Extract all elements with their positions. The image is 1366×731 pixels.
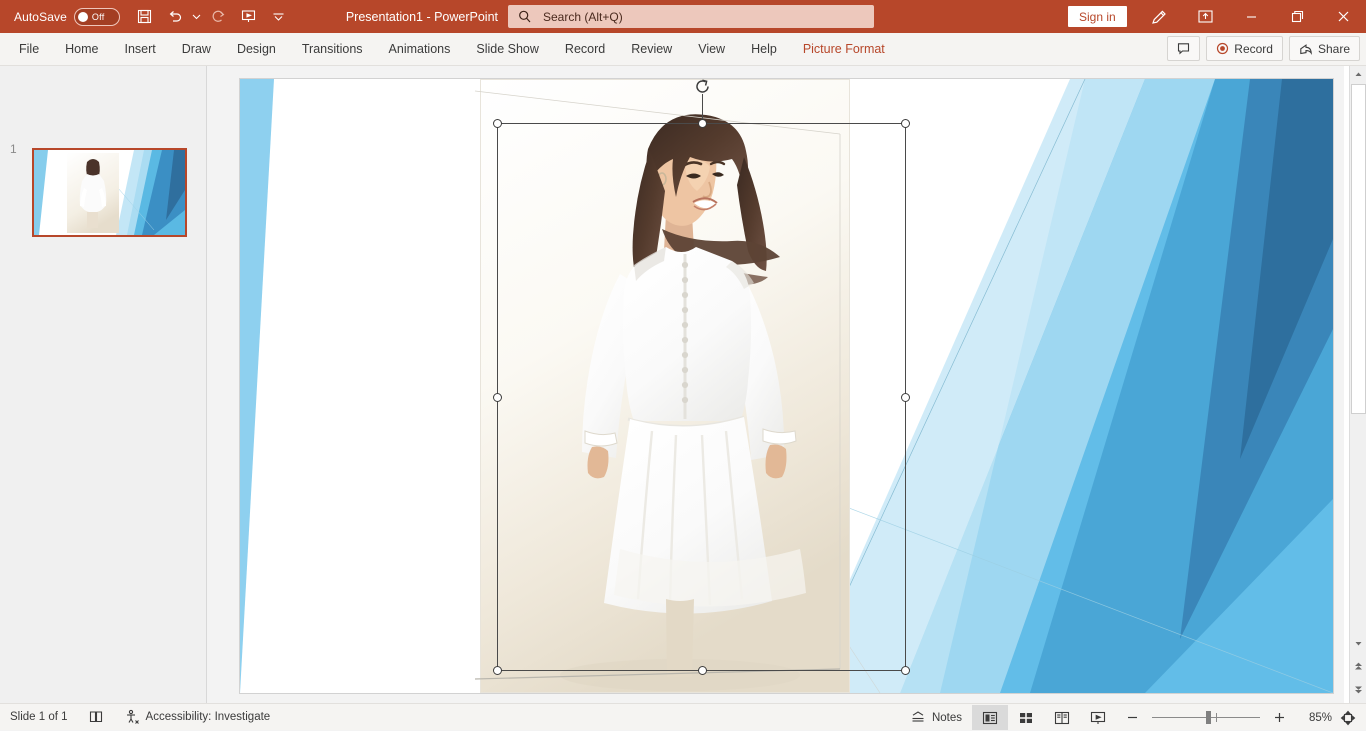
- share-button-label: Share: [1318, 42, 1350, 56]
- autosave-toggle-knob: [78, 12, 88, 22]
- view-slide-show[interactable]: [1080, 705, 1116, 730]
- thumbnail-number: 1: [10, 142, 17, 156]
- search-placeholder: Search (Alt+Q): [543, 10, 623, 24]
- ribbon-right-actions: Record Share: [1167, 36, 1360, 61]
- minimize-icon[interactable]: [1228, 0, 1274, 33]
- status-bar-right: Notes: [900, 704, 1366, 731]
- document-title: Presentation1 - PowerPoint: [346, 10, 498, 24]
- share-button[interactable]: Share: [1289, 36, 1360, 61]
- status-bar: Slide 1 of 1 Accessibility: Investigate …: [0, 703, 1366, 730]
- zoom-out-button[interactable]: [1116, 704, 1143, 731]
- scrollbar-thumb[interactable]: [1351, 84, 1366, 414]
- thumbnail-picture: [34, 150, 185, 235]
- zoom-slider[interactable]: [1152, 717, 1260, 718]
- search-icon: [517, 9, 533, 25]
- autosave-label: AutoSave: [14, 10, 67, 24]
- tab-transitions[interactable]: Transitions: [289, 33, 376, 66]
- ribbon-tab-bar: File Home Insert Draw Design Transitions…: [0, 33, 1366, 66]
- save-icon[interactable]: [130, 0, 160, 33]
- tab-review[interactable]: Review: [618, 33, 685, 66]
- slide-count-label: Slide 1 of 1: [10, 711, 68, 723]
- record-button-label: Record: [1234, 42, 1273, 56]
- tab-help[interactable]: Help: [738, 33, 790, 66]
- customize-quick-access-icon[interactable]: [264, 0, 294, 33]
- tab-design[interactable]: Design: [224, 33, 289, 66]
- restore-icon[interactable]: [1274, 0, 1320, 33]
- undo-dropdown-icon[interactable]: [190, 0, 204, 33]
- previous-slide-button[interactable]: [1350, 658, 1366, 675]
- pen-icon[interactable]: [1136, 0, 1182, 33]
- record-button[interactable]: Record: [1206, 36, 1283, 61]
- search-box[interactable]: Search (Alt+Q): [508, 5, 874, 28]
- title-bar: AutoSave Off: [0, 0, 1366, 33]
- tab-record[interactable]: Record: [552, 33, 618, 66]
- scroll-up-arrow[interactable]: [1350, 66, 1366, 83]
- tab-home[interactable]: Home: [52, 33, 111, 66]
- redo-icon[interactable]: [204, 0, 234, 33]
- view-slide-sorter[interactable]: [1008, 705, 1044, 730]
- spell-check-button[interactable]: [78, 704, 114, 731]
- tab-animations[interactable]: Animations: [376, 33, 464, 66]
- autosave-state-label: Off: [92, 12, 105, 22]
- accessibility-label: Accessibility: Investigate: [146, 711, 271, 723]
- vertical-scrollbar[interactable]: [1349, 66, 1366, 703]
- tab-insert[interactable]: Insert: [112, 33, 169, 66]
- thumbnail-slide-1[interactable]: [32, 148, 187, 237]
- start-presentation-icon[interactable]: [234, 0, 264, 33]
- slide-thumbnail-pane[interactable]: 1: [0, 66, 207, 703]
- tab-file[interactable]: File: [6, 33, 52, 66]
- picture-object[interactable]: [480, 79, 850, 693]
- sign-in-button[interactable]: Sign in: [1068, 6, 1127, 27]
- next-slide-button[interactable]: [1350, 681, 1366, 698]
- zoom-slider-midpoint: [1216, 713, 1217, 722]
- view-reading[interactable]: [1044, 705, 1080, 730]
- undo-icon[interactable]: [160, 0, 190, 33]
- zoom-in-button[interactable]: [1269, 704, 1294, 731]
- scroll-down-arrow[interactable]: [1350, 635, 1366, 652]
- slide-surface[interactable]: [240, 79, 1333, 693]
- fit-slide-to-window-button[interactable]: [1332, 704, 1366, 731]
- accessibility-status[interactable]: Accessibility: Investigate: [114, 704, 281, 731]
- slide-canvas-area[interactable]: [207, 66, 1344, 703]
- notes-button[interactable]: Notes: [900, 704, 972, 731]
- zoom-percentage: 85%: [1294, 712, 1332, 724]
- autosave-toggle[interactable]: Off: [74, 8, 120, 26]
- notes-label: Notes: [932, 712, 962, 724]
- tab-slide-show[interactable]: Slide Show: [463, 33, 552, 66]
- view-normal[interactable]: [972, 705, 1008, 730]
- picture-edge: [480, 79, 850, 693]
- zoom-slider-thumb[interactable]: [1206, 711, 1211, 724]
- tab-picture-format[interactable]: Picture Format: [790, 33, 898, 66]
- slide-count[interactable]: Slide 1 of 1: [0, 704, 78, 731]
- close-icon[interactable]: [1320, 0, 1366, 33]
- main-work-area: 1: [0, 66, 1366, 703]
- comments-button[interactable]: [1167, 36, 1200, 61]
- tab-view[interactable]: View: [685, 33, 738, 66]
- thumbnail-slide-1-content: [34, 150, 185, 235]
- tab-draw[interactable]: Draw: [169, 33, 224, 66]
- ribbon-display-options-icon[interactable]: [1182, 0, 1228, 33]
